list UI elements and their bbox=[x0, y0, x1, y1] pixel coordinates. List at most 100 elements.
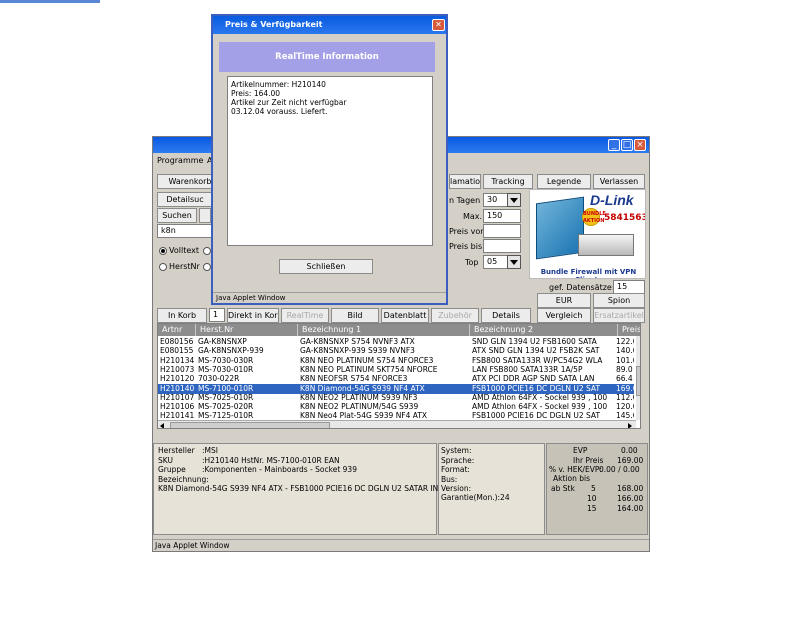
chevron-down-icon[interactable] bbox=[507, 193, 521, 207]
ad-caption: Bundle Firewall mit VPN Clients bbox=[540, 268, 637, 278]
tier-qty: 5 bbox=[591, 484, 596, 493]
product-ad[interactable]: D-Link BUNDLE AKTION 5841563 Bundle Fire… bbox=[529, 189, 646, 279]
gruppe-label: Gruppe bbox=[158, 465, 186, 474]
suchen-button[interactable]: Suchen bbox=[157, 208, 197, 223]
main-statusbar: Java Applet Window bbox=[153, 539, 649, 551]
chevron-down-icon[interactable] bbox=[507, 255, 521, 269]
aktion-label: Aktion bis bbox=[553, 474, 590, 483]
gef-datensaetze-label: gef. Datensätze: bbox=[549, 283, 615, 292]
close-icon[interactable]: ✕ bbox=[432, 19, 445, 31]
max-input[interactable]: 150 bbox=[483, 209, 521, 223]
direkt-in-korb-button[interactable]: Direkt in Korb bbox=[227, 308, 279, 323]
preis-bis-label: Preis bis: bbox=[449, 242, 485, 251]
in-korb-button[interactable]: In Korb bbox=[157, 308, 207, 323]
bezeichnung-label: Bezeichnung: bbox=[158, 475, 209, 484]
hek-label: % v. HEK/EVP: bbox=[549, 465, 602, 474]
vertical-scrollbar[interactable] bbox=[636, 336, 640, 420]
column-header-artnr[interactable]: Artnr bbox=[158, 324, 196, 336]
horizontal-scroll-thumb[interactable] bbox=[170, 422, 330, 428]
horizontal-scrollbar[interactable] bbox=[158, 420, 636, 428]
ersatzartikel-button[interactable]: Ersatzartikel bbox=[593, 308, 645, 323]
ihr-preis-label: Ihr Preis bbox=[573, 456, 604, 465]
gruppe-value: :Komponenten - Mainboards - Socket 939 bbox=[202, 465, 357, 474]
volltext-label: Volltext bbox=[169, 246, 199, 255]
info-line: 03.12.04 vorauss. Liefert. bbox=[231, 107, 328, 116]
tier-price: 166.00 bbox=[617, 494, 644, 503]
vergleich-button[interactable]: Vergleich bbox=[537, 308, 591, 323]
tier-qty: 15 bbox=[587, 504, 597, 513]
column-header-preis[interactable]: Preis bbox=[618, 324, 640, 336]
herstnr-radio[interactable] bbox=[159, 263, 167, 271]
detail-panel: Hersteller :MSI SKU :H210140 HstNr. MS-7… bbox=[153, 443, 439, 535]
sku-value: :H210140 HstNr. MS-7100-010R EAN bbox=[202, 456, 340, 465]
dialog-status-text: Java Applet Window bbox=[213, 292, 446, 303]
dlink-logo: D-Link bbox=[590, 192, 634, 208]
option-radio-4[interactable] bbox=[203, 263, 211, 271]
price-availability-dialog: Preis & Verfügbarkeit ✕ RealTime Informa… bbox=[211, 14, 448, 305]
top-label: Top bbox=[465, 258, 479, 267]
search-option-button[interactable] bbox=[199, 208, 211, 223]
column-header-herstnr[interactable]: Herst.Nr bbox=[196, 324, 298, 336]
tagen-label: n Tagen bbox=[449, 196, 481, 205]
main-status-text: Java Applet Window bbox=[155, 541, 230, 550]
minimize-icon[interactable]: _ bbox=[608, 139, 620, 151]
info-line: Artikel zur Zeit nicht verfügbar bbox=[231, 98, 347, 107]
vertical-scroll-thumb[interactable] bbox=[636, 366, 640, 396]
hersteller-label: Hersteller bbox=[158, 446, 195, 455]
close-icon[interactable]: × bbox=[634, 139, 646, 151]
reklamation-button[interactable]: lamation bbox=[449, 174, 481, 189]
verlassen-button[interactable]: Verlassen bbox=[593, 174, 645, 189]
maximize-icon[interactable]: □ bbox=[621, 139, 633, 151]
volltext-radio[interactable] bbox=[159, 247, 167, 255]
garantie-label: Garantie(Mon.):24 bbox=[441, 493, 510, 502]
tagen-select[interactable]: 30 bbox=[483, 193, 509, 207]
quantity-input[interactable]: 1 bbox=[209, 308, 225, 322]
realtime-button[interactable]: RealTime bbox=[281, 308, 329, 323]
detailsuche-button[interactable]: Detailsuc bbox=[157, 192, 213, 207]
dialog-banner: RealTime Information bbox=[219, 42, 435, 72]
dialog-title[interactable]: Preis & Verfügbarkeit bbox=[213, 16, 446, 34]
legende-button[interactable]: Legende bbox=[537, 174, 591, 189]
scroll-right-icon[interactable] bbox=[628, 423, 632, 428]
bild-button[interactable]: Bild bbox=[331, 308, 379, 323]
schliessen-button[interactable]: Schließen bbox=[279, 259, 373, 274]
search-input[interactable]: k8n bbox=[157, 224, 213, 238]
table-header: Artnr Herst.Nr Bezeichnung 1 Bezeichnung… bbox=[158, 324, 640, 336]
tracking-button[interactable]: Tracking bbox=[483, 174, 533, 189]
router-image bbox=[578, 234, 634, 256]
price-panel: EVP 0.00 Ihr Preis 169.00 % v. HEK/EVP: … bbox=[546, 443, 648, 535]
herstnr-label: HerstNr bbox=[169, 262, 200, 271]
eur-button[interactable]: EUR bbox=[537, 293, 591, 308]
tier-price: 164.00 bbox=[617, 504, 644, 513]
spec-panel: System: Sprache: Format: Bus: Version: G… bbox=[438, 443, 545, 535]
max-label: Max.: bbox=[463, 212, 485, 221]
sprache-label: Sprache: bbox=[441, 456, 475, 465]
details-button[interactable]: Details bbox=[481, 308, 531, 323]
format-label: Format: bbox=[441, 465, 470, 474]
version-label: Version: bbox=[441, 484, 472, 493]
bezeichnung-value: K8N Diamond-54G S939 NF4 ATX - FSB1000 P… bbox=[158, 484, 439, 493]
info-line: Artikelnummer: H210140 bbox=[231, 80, 326, 89]
info-line: Preis: 164.00 bbox=[231, 89, 281, 98]
preis-bis-input[interactable] bbox=[483, 239, 521, 253]
evp-value: 0.00 bbox=[621, 446, 638, 455]
ihr-preis-value: 169.00 bbox=[617, 456, 644, 465]
gef-datensaetze-value: 15 bbox=[613, 280, 645, 294]
option-radio-2[interactable] bbox=[203, 247, 211, 255]
top-select[interactable]: 05 bbox=[483, 255, 509, 269]
tier-qty: 10 bbox=[587, 494, 597, 503]
column-header-bezeichnung2[interactable]: Bezeichnung 2 bbox=[470, 324, 618, 336]
zubehoer-button[interactable]: Zubehör bbox=[431, 308, 479, 323]
bus-label: Bus: bbox=[441, 475, 458, 484]
hek-value: 0.00 / 0.00 bbox=[599, 465, 640, 474]
menu-programme[interactable]: Programme bbox=[157, 156, 203, 165]
column-header-bezeichnung1[interactable]: Bezeichnung 1 bbox=[298, 324, 470, 336]
product-box-image bbox=[536, 196, 584, 260]
preis-von-input[interactable] bbox=[483, 224, 521, 238]
background-strip bbox=[0, 0, 100, 3]
scroll-left-icon[interactable] bbox=[160, 423, 164, 428]
sku-label: SKU bbox=[158, 456, 173, 465]
datenblatt-button[interactable]: Datenblatt bbox=[381, 308, 429, 323]
spion-button[interactable]: Spion bbox=[593, 293, 645, 308]
bundle-badge: BUNDLE AKTION bbox=[582, 208, 606, 226]
